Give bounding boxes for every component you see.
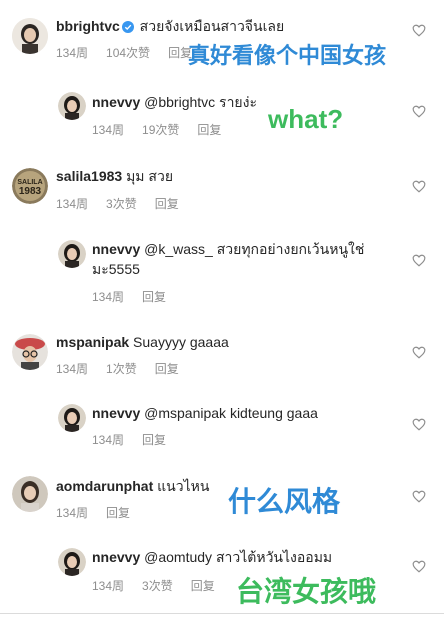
- comment-item: bbrightvc สวยจังเหมือนสาวจีนเลย 134周 104次…: [0, 0, 444, 74]
- timestamp: 134周: [92, 290, 125, 304]
- comment-meta: 134周 3次赞 回复: [56, 195, 197, 212]
- comment-meta: 134周 104次赞 回复: [56, 44, 210, 61]
- reply-item: nnevvy @mspanipak kidteung gaaa 134周 回复: [0, 394, 444, 458]
- username[interactable]: nnevvy: [92, 94, 140, 110]
- comment-line: bbrightvc สวยจังเหมือนสาวจีนเลย: [56, 16, 284, 38]
- avatar[interactable]: [58, 240, 86, 268]
- timestamp: 134周: [92, 123, 125, 137]
- avatar[interactable]: [58, 404, 86, 432]
- comment-meta: 134周 19次赞 回复: [92, 121, 239, 138]
- username[interactable]: nnevvy: [92, 241, 140, 257]
- comment-line: nnevvy @aomtudy สาวไต้หวันไงออมม: [92, 547, 332, 567]
- comment-text: สวยจังเหมือนสาวจีนเลย: [139, 18, 285, 34]
- comment-text: @aomtudy สาวไต้หวันไงออมม: [144, 549, 333, 565]
- reply-button[interactable]: 回复: [106, 506, 130, 520]
- comment-meta: 134周 回复: [92, 431, 184, 448]
- heart-icon[interactable]: [412, 24, 426, 37]
- like-count[interactable]: 1次赞: [106, 362, 137, 376]
- comment-line: mspanipak Suayyyy gaaaa: [56, 332, 229, 352]
- comment-line: aomdarunphat แนวไหน: [56, 476, 209, 496]
- avatar[interactable]: [12, 334, 48, 370]
- svg-text:SALILA: SALILA: [17, 179, 42, 186]
- heart-icon[interactable]: [412, 560, 426, 573]
- reply-item: nnevvy @bbrightvc รายง่ะ 134周 19次赞 回复 what…: [0, 74, 444, 150]
- reply-button[interactable]: 回复: [155, 197, 179, 211]
- comment-item: aomdarunphat แนวไหน 134周 回复 什么风格: [0, 458, 444, 534]
- comment-meta: 134周 回复: [56, 504, 148, 521]
- comment-meta: 134周 3次赞 回复: [92, 577, 233, 594]
- reply-button[interactable]: 回复: [197, 123, 221, 137]
- username[interactable]: salila1983: [56, 168, 122, 184]
- username[interactable]: aomdarunphat: [56, 478, 153, 494]
- username[interactable]: mspanipak: [56, 334, 129, 350]
- comment-meta: 134周 1次赞 回复: [56, 360, 197, 377]
- comment-text: แนวไหน: [157, 478, 210, 494]
- comment-line: salila1983 มุม สวย: [56, 166, 173, 186]
- comment-line: nnevvy @mspanipak kidteung gaaa: [92, 403, 318, 423]
- like-count[interactable]: 19次赞: [142, 123, 179, 137]
- timestamp: 134周: [92, 433, 125, 447]
- heart-icon[interactable]: [412, 180, 426, 193]
- heart-icon[interactable]: [412, 254, 426, 267]
- comment-text: @mspanipak kidteung gaaa: [144, 405, 318, 421]
- reply-button[interactable]: 回复: [155, 362, 179, 376]
- heart-icon[interactable]: [412, 490, 426, 503]
- username[interactable]: nnevvy: [92, 549, 140, 565]
- annotation: 台湾女孩哦: [236, 576, 377, 607]
- comment-item: mspanipak Suayyyy gaaaa 134周 1次赞 回复: [0, 320, 444, 394]
- annotation: 什么风格: [228, 486, 341, 517]
- verified-icon: [121, 18, 134, 38]
- like-count[interactable]: 104次赞: [106, 46, 150, 60]
- heart-icon[interactable]: [412, 418, 426, 431]
- comment-text: Suayyyy gaaaa: [133, 334, 229, 350]
- username[interactable]: bbrightvc: [56, 18, 120, 34]
- avatar[interactable]: [12, 18, 48, 54]
- timestamp: 134周: [56, 46, 89, 60]
- avatar[interactable]: SALILA 1983: [12, 168, 48, 204]
- annotation: 真好看像个中国女孩: [188, 43, 387, 68]
- timestamp: 134周: [56, 197, 89, 211]
- svg-text:1983: 1983: [19, 186, 42, 197]
- timestamp: 134周: [56, 362, 89, 376]
- heart-icon[interactable]: [412, 346, 426, 359]
- reply-item: nnevvy @aomtudy สาวไต้หวันไงออมม 134周 3次赞…: [0, 534, 444, 618]
- heart-icon[interactable]: [412, 105, 426, 118]
- timestamp: 134周: [56, 506, 89, 520]
- like-count[interactable]: 3次赞: [142, 579, 173, 593]
- username[interactable]: nnevvy: [92, 405, 140, 421]
- avatar[interactable]: [58, 548, 86, 576]
- comment-line: nnevvy @k_wass_ สวยทุกอย่างยกเว้นหนูใช่ม…: [92, 239, 402, 279]
- reply-item: nnevvy @k_wass_ สวยทุกอย่างยกเว้นหนูใช่ม…: [0, 226, 444, 320]
- reply-button[interactable]: 回复: [142, 290, 166, 304]
- comment-text: มุม สวย: [126, 168, 174, 184]
- avatar[interactable]: [12, 476, 48, 512]
- reply-button[interactable]: 回复: [191, 579, 215, 593]
- comment-text: @bbrightvc รายง่ะ: [144, 94, 257, 110]
- timestamp: 134周: [92, 579, 125, 593]
- comment-line: nnevvy @bbrightvc รายง่ะ: [92, 92, 257, 112]
- divider: [0, 613, 444, 614]
- comment-item: SALILA 1983 salila1983 มุม สวย 134周 3次赞 回复: [0, 150, 444, 226]
- like-count[interactable]: 3次赞: [106, 197, 137, 211]
- annotation: what?: [268, 104, 344, 134]
- avatar[interactable]: [58, 92, 86, 120]
- comment-meta: 134周 回复: [92, 288, 184, 305]
- reply-button[interactable]: 回复: [142, 433, 166, 447]
